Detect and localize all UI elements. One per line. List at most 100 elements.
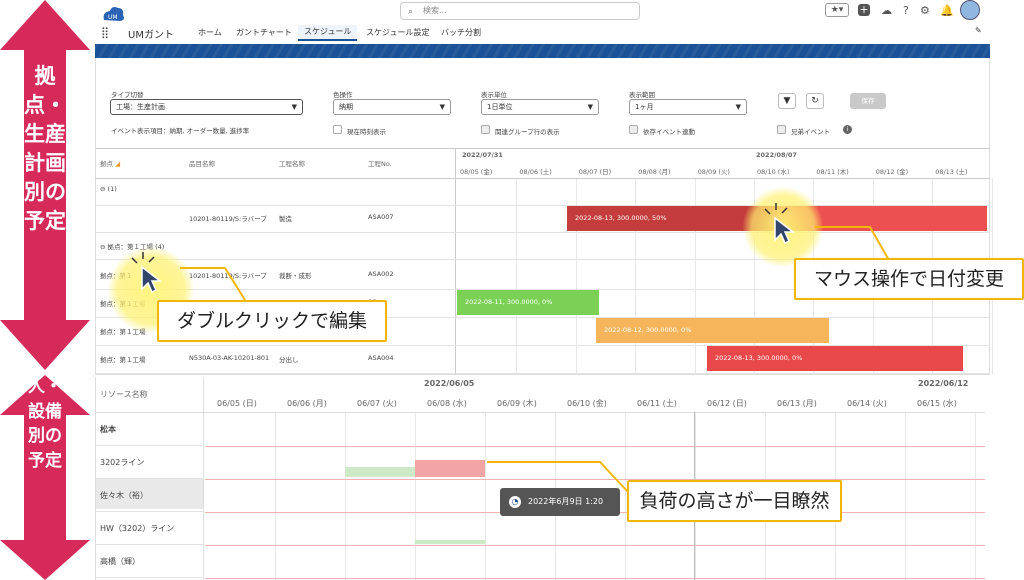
row-item: 10201-80119/S:ラバーブ — [189, 272, 267, 280]
dep-checkbox[interactable] — [629, 125, 638, 134]
resource-day-line — [415, 412, 416, 580]
res-date-group-1: 2022/06/05 — [424, 379, 475, 388]
tab-home[interactable]: ホーム — [198, 27, 222, 38]
row-site: 拠点：第１工場 — [100, 356, 146, 364]
tab-gantt[interactable]: ガントチャート — [236, 27, 292, 38]
resource-name-divider — [95, 511, 203, 512]
load-bar-green[interactable] — [345, 467, 415, 477]
row-item: N530A-03-AK-10201-801 — [189, 354, 270, 362]
resource-day-line — [345, 412, 346, 580]
resource-name[interactable]: 3202ライン — [100, 457, 144, 468]
svg-text:UM: UM — [108, 14, 118, 21]
add-icon[interactable]: + — [858, 4, 870, 16]
row-no: ASA002 — [368, 270, 394, 278]
range-label: 表示範囲 — [629, 91, 655, 99]
save-button[interactable]: 保存 — [850, 93, 886, 109]
gantt-date-header: 08/05 (金) — [460, 168, 493, 176]
gantt-bar-4[interactable]: 2022-08-13, 300.0000, 0% — [707, 346, 963, 371]
resource-date-header: 06/09 (木) — [497, 399, 537, 408]
clock-icon: ◔ — [509, 496, 521, 508]
group-checkbox[interactable] — [481, 125, 490, 134]
sibling-checkbox[interactable] — [777, 125, 786, 134]
search-placeholder: 検索... — [423, 6, 447, 15]
resource-name[interactable]: 高橋（輝） — [100, 556, 140, 567]
unit-select[interactable]: 1日単位 ▼ — [481, 99, 599, 115]
unit-label: 表示単位 — [481, 91, 507, 99]
range-select[interactable]: 1ヶ月 ▼ — [629, 99, 747, 115]
date-group-1: 2022/07/31 — [462, 151, 503, 159]
group-row-1[interactable]: ⊖ (1) — [100, 185, 117, 193]
resource-col-header: リソース名称 — [100, 390, 148, 399]
time-tooltip: ◔ 2022年6月9日 1:20 — [500, 488, 620, 516]
gantt-date-header: 08/13 (土) — [935, 168, 968, 176]
resource-name-divider — [95, 445, 203, 446]
resource-row-line — [205, 545, 985, 546]
callout-mouse: マウス操作で日付変更 — [794, 258, 1024, 300]
load-bar-small[interactable] — [415, 540, 485, 544]
side-arrow-bottom: 人・設備別の予定 — [0, 375, 90, 580]
resource-row-line — [205, 578, 985, 579]
gantt-date-header: 08/10 (水) — [757, 168, 790, 176]
resource-day-line — [975, 412, 976, 580]
load-bar-red[interactable] — [415, 460, 485, 477]
info-icon[interactable]: i — [843, 125, 852, 134]
resource-name-divider — [95, 577, 203, 578]
favorites-icon[interactable]: ★▾ — [825, 3, 849, 17]
tab-schedule-settings[interactable]: スケジュール設定 — [366, 27, 429, 38]
resource-day-line — [905, 412, 906, 580]
resource-name[interactable]: 佐々木（裕） — [100, 490, 148, 501]
dep-label: 依存イベント連動 — [643, 128, 695, 136]
now-label: 現在時刻表示 — [347, 128, 386, 136]
tab-schedule[interactable]: スケジュール — [298, 25, 358, 41]
color-select[interactable]: 納期 ▼ — [333, 99, 451, 115]
collapse-icon[interactable]: ⊖ — [100, 185, 105, 193]
help-icon[interactable]: ? — [903, 4, 909, 17]
gantt-date-header: 08/11 (木) — [816, 168, 849, 176]
res-date-group-2: 2022/06/12 — [918, 379, 969, 388]
resource-date-header: 06/06 (月) — [287, 399, 327, 408]
gear-icon[interactable]: ⚙ — [920, 4, 930, 17]
mouse-highlight — [743, 187, 823, 267]
now-checkbox[interactable] — [333, 125, 342, 134]
row-divider — [95, 178, 990, 179]
chevron-down-icon: ▼ — [587, 103, 593, 111]
edit-pencil-icon[interactable]: ✎ — [975, 26, 982, 35]
col-site: 拠点 ◢ — [100, 160, 121, 168]
type-select[interactable]: 工場：生産計画 ▼ — [110, 99, 303, 115]
tab-batch[interactable]: バッチ分割 — [441, 27, 481, 38]
resource-day-line — [625, 412, 626, 580]
gantt-bar-3[interactable]: 2022-08-12, 300.0000, 0% — [596, 318, 829, 343]
callout-load: 負荷の高さが一目瞭然 — [627, 480, 842, 522]
resource-name[interactable]: HW（3202）ライン — [100, 523, 174, 534]
gantt-bar-2[interactable]: 2022-08-11, 300.0000, 0% — [457, 290, 599, 315]
chevron-down-icon: ▼ — [439, 103, 445, 111]
resource-row-line — [205, 446, 985, 447]
app-logo: UM — [100, 2, 126, 24]
cloud-icon[interactable]: ☁ — [881, 4, 892, 17]
resource-name[interactable]: 松本 — [100, 424, 116, 435]
collapse-icon[interactable]: ⊖ — [100, 243, 105, 251]
global-search-input[interactable]: ⌕ 検索... — [400, 2, 640, 20]
resource-date-header: 06/08 (水) — [427, 399, 467, 408]
row-process: 裁断・成形 — [279, 272, 312, 280]
side-label-top: 拠点・生産計画別の予定 — [24, 64, 66, 233]
row-divider — [95, 232, 990, 233]
app-launcher-icon[interactable]: ⣿ — [101, 26, 109, 39]
resource-divider — [203, 377, 204, 580]
filter-icon[interactable]: ▼ — [778, 93, 796, 109]
app-name: UMガント — [128, 30, 174, 41]
refresh-icon[interactable]: ↻ — [806, 93, 824, 109]
bell-icon[interactable]: 🔔 — [940, 4, 954, 17]
col-item: 品目名称 — [189, 160, 215, 168]
sort-icon[interactable]: ◢ — [115, 160, 120, 168]
gantt-date-header: 08/07 (日) — [578, 168, 612, 176]
row-divider — [95, 412, 985, 413]
group-label: 関連グループ行の表示 — [495, 128, 560, 136]
blue-banner — [95, 44, 990, 58]
row-divider — [95, 373, 990, 374]
color-label: 色操作 — [333, 91, 353, 99]
resource-row-line — [205, 479, 985, 480]
chevron-down-icon: ▼ — [291, 103, 297, 111]
callout-dblclick: ダブルクリックで編集 — [157, 300, 387, 342]
user-avatar[interactable] — [960, 0, 980, 20]
